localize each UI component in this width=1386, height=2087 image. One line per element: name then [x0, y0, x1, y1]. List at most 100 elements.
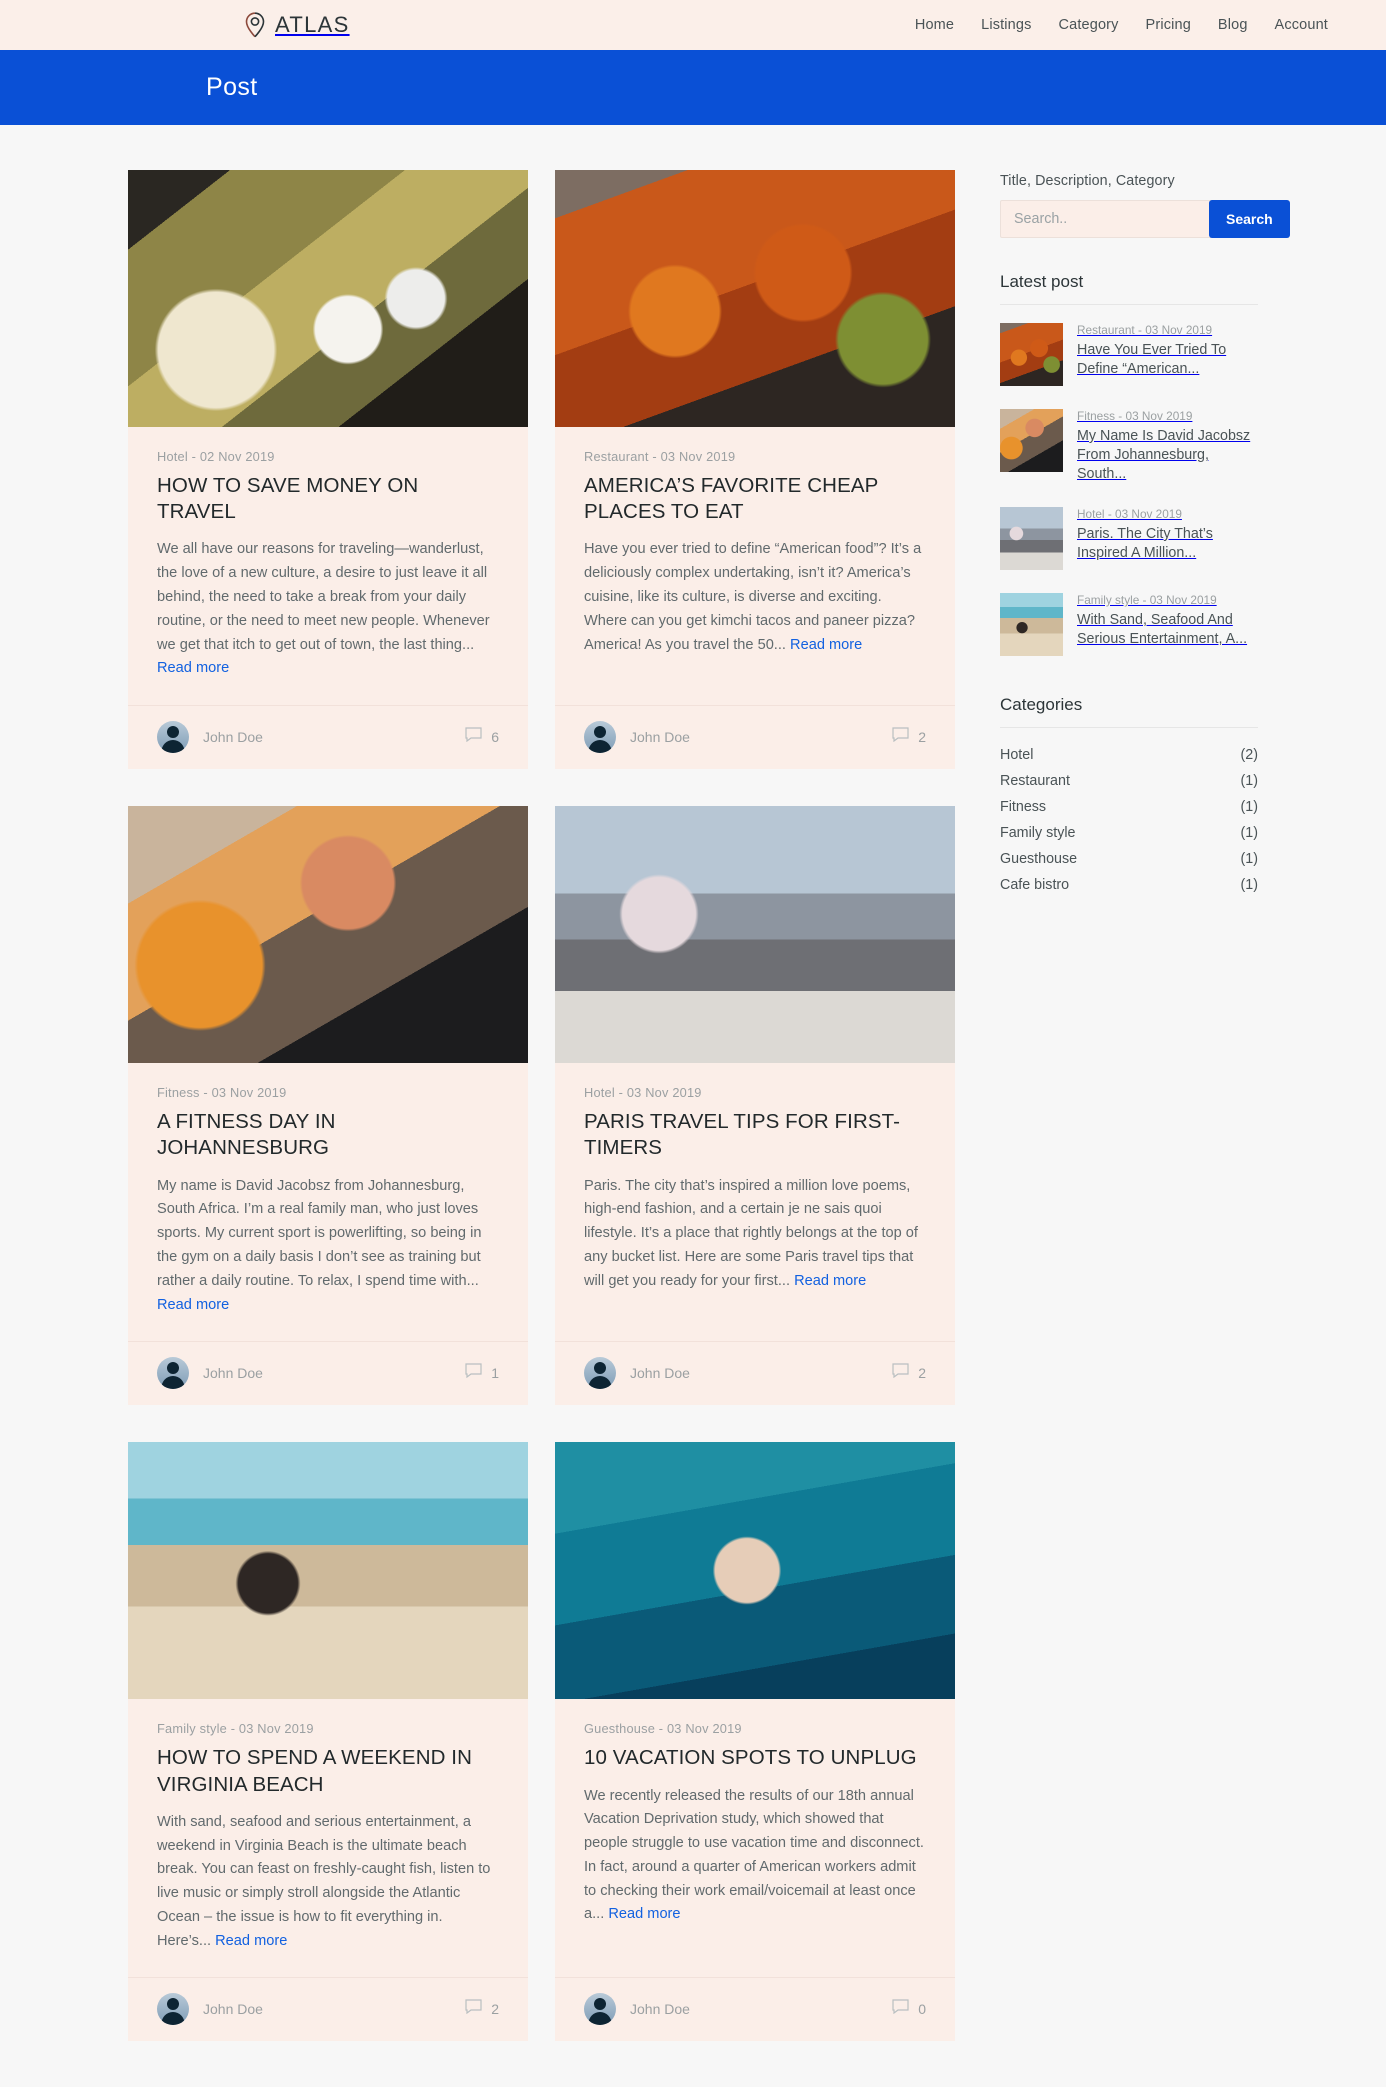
search-button[interactable]: Search [1209, 200, 1290, 238]
post-meta: Restaurant - 03 Nov 2019 [584, 449, 736, 464]
category-name[interactable]: Cafe bistro [1000, 877, 1069, 893]
post-author: John Doe [157, 721, 263, 754]
read-more-link[interactable]: Read more [794, 1273, 866, 1289]
page-banner: Post [0, 50, 1386, 125]
post-thumbnail-image[interactable] [555, 1442, 955, 1700]
read-more-link[interactable]: Read more [790, 637, 862, 653]
post-card[interactable]: Restaurant - 03 Nov 2019 AMERICA’S FAVOR… [555, 170, 955, 770]
post-card-footer: John Doe 2 [555, 705, 955, 769]
post-card-body: Family style - 03 Nov 2019 HOW TO SPEND … [128, 1699, 528, 1959]
avatar [584, 1357, 616, 1390]
comment-count: 2 [918, 1365, 926, 1382]
category-row[interactable]: Hotel (2) [1000, 742, 1258, 768]
avatar [157, 721, 189, 754]
category-row[interactable]: Fitness (1) [1000, 794, 1258, 820]
latest-post-title: Paris. The City That’s Inspired A Millio… [1077, 526, 1213, 561]
nav-item-listings[interactable]: Listings [981, 17, 1031, 33]
search-form: Search [1000, 200, 1290, 238]
post-title[interactable]: HOW TO SAVE MONEY ON TRAVEL [157, 473, 499, 525]
category-count: (1) [1240, 851, 1258, 867]
latest-post-item[interactable]: Fitness - 03 Nov 2019 My Name Is David J… [1000, 397, 1258, 495]
category-row[interactable]: Guesthouse (1) [1000, 846, 1258, 872]
post-comments[interactable]: 2 [465, 1999, 499, 2019]
post-comments[interactable]: 2 [892, 727, 926, 747]
nav-item-category[interactable]: Category [1059, 17, 1119, 33]
category-count: (1) [1240, 877, 1258, 893]
post-card-footer: John Doe 2 [555, 1341, 955, 1405]
category-count: (2) [1240, 747, 1258, 763]
brand-logo-link[interactable]: ATLAS [244, 12, 350, 38]
read-more-link[interactable]: Read more [157, 660, 229, 676]
comment-count: 1 [491, 1365, 499, 1382]
post-comments[interactable]: 6 [465, 727, 499, 747]
post-title[interactable]: HOW TO SPEND A WEEKEND IN VIRGINIA BEACH [157, 1745, 499, 1797]
post-thumbnail-image[interactable] [555, 170, 955, 427]
nav-item-home[interactable]: Home [915, 17, 954, 33]
post-meta: Fitness - 03 Nov 2019 [157, 1085, 287, 1101]
nav-item-blog[interactable]: Blog [1218, 17, 1248, 33]
post-meta: Guesthouse - 03 Nov 2019 [584, 1721, 742, 1737]
author-name: John Doe [630, 729, 690, 746]
latest-post-item[interactable]: Family style - 03 Nov 2019 With Sand, Se… [1000, 581, 1258, 667]
category-name[interactable]: Restaurant [1000, 773, 1070, 789]
post-author: John Doe [584, 1993, 690, 2026]
latest-post-meta: Hotel - 03 Nov 2019 [1077, 507, 1182, 521]
post-thumbnail-image[interactable] [128, 1442, 528, 1700]
latest-post-meta: Restaurant - 03 Nov 2019 [1077, 323, 1213, 337]
comment-count: 6 [491, 729, 499, 746]
read-more-link[interactable]: Read more [215, 1933, 287, 1949]
category-row[interactable]: Cafe bistro (1) [1000, 872, 1258, 898]
brand-name: ATLAS [275, 12, 350, 37]
category-row[interactable]: Family style (1) [1000, 820, 1258, 846]
post-thumbnail-image[interactable] [128, 170, 528, 427]
latest-post-thumbnail [1000, 409, 1063, 472]
latest-post-item[interactable]: Restaurant - 03 Nov 2019 Have You Ever T… [1000, 311, 1258, 397]
category-name[interactable]: Fitness [1000, 799, 1046, 815]
post-title[interactable]: AMERICA’S FAVORITE CHEAP PLACES TO EAT [584, 473, 926, 525]
comment-bubble-icon [465, 1999, 482, 2019]
post-card[interactable]: Hotel - 03 Nov 2019 PARIS TRAVEL TIPS FO… [555, 806, 955, 1406]
category-name[interactable]: Family style [1000, 825, 1075, 841]
post-title[interactable]: 10 VACATION SPOTS TO UNPLUG [584, 1745, 926, 1771]
comment-bubble-icon [892, 727, 909, 747]
post-card[interactable]: Hotel - 02 Nov 2019 HOW TO SAVE MONEY ON… [128, 170, 528, 770]
post-thumbnail-image[interactable] [128, 806, 528, 1064]
post-title[interactable]: PARIS TRAVEL TIPS FOR FIRST-TIMERS [584, 1109, 926, 1161]
post-card[interactable]: Guesthouse - 03 Nov 2019 10 VACATION SPO… [555, 1442, 955, 2042]
category-name[interactable]: Guesthouse [1000, 851, 1077, 867]
post-excerpt: We all have our reasons for traveling—wa… [157, 538, 499, 681]
read-more-link[interactable]: Read more [608, 1906, 680, 1922]
location-pin-icon [244, 12, 266, 38]
post-excerpt-text: With sand, seafood and serious entertain… [157, 1813, 491, 1949]
categories-heading: Categories [1000, 695, 1258, 728]
post-excerpt: My name is David Jacobsz from Johannesbu… [157, 1175, 499, 1318]
post-card-body: Guesthouse - 03 Nov 2019 10 VACATION SPO… [555, 1699, 955, 1959]
category-row[interactable]: Restaurant (1) [1000, 768, 1258, 794]
latest-post-thumbnail [1000, 593, 1063, 656]
post-thumbnail-image[interactable] [555, 806, 955, 1064]
post-comments[interactable]: 2 [892, 1363, 926, 1383]
post-comments[interactable]: 0 [892, 1999, 926, 2019]
post-card-body: Fitness - 03 Nov 2019 A FITNESS DAY IN J… [128, 1063, 528, 1323]
post-author: John Doe [157, 1357, 263, 1390]
post-meta: Hotel - 03 Nov 2019 [584, 1085, 702, 1101]
post-card-body: Restaurant - 03 Nov 2019 AMERICA’S FAVOR… [555, 427, 955, 687]
latest-post-item[interactable]: Hotel - 03 Nov 2019 Paris. The City That… [1000, 495, 1258, 581]
latest-post-title: With Sand, Seafood And Serious Entertain… [1077, 612, 1248, 647]
read-more-link[interactable]: Read more [157, 1297, 229, 1313]
avatar [157, 1993, 189, 2026]
author-name: John Doe [630, 2001, 690, 2018]
search-input[interactable] [1000, 200, 1212, 238]
post-card[interactable]: Family style - 03 Nov 2019 HOW TO SPEND … [128, 1442, 528, 2042]
latest-post-title: Have You Ever Tried To Define “American.… [1077, 342, 1227, 377]
category-count: (1) [1240, 799, 1258, 815]
nav-item-account[interactable]: Account [1275, 17, 1328, 33]
post-comments[interactable]: 1 [465, 1363, 499, 1383]
post-meta: Family style - 03 Nov 2019 [157, 1721, 314, 1737]
post-title[interactable]: A FITNESS DAY IN JOHANNESBURG [157, 1109, 499, 1161]
nav-item-pricing[interactable]: Pricing [1146, 17, 1191, 33]
post-card[interactable]: Fitness - 03 Nov 2019 A FITNESS DAY IN J… [128, 806, 528, 1406]
category-name[interactable]: Hotel [1000, 747, 1033, 763]
post-excerpt-text: Paris. The city that’s inspired a millio… [584, 1177, 918, 1289]
post-grid: Hotel - 02 Nov 2019 HOW TO SAVE MONEY ON… [128, 170, 958, 2078]
